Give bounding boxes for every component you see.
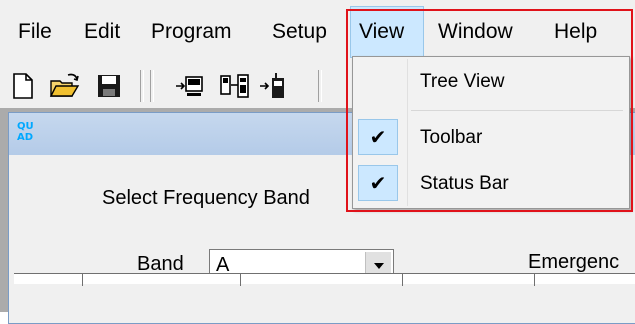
- read-from-radio-icon[interactable]: [174, 71, 204, 101]
- new-document-icon[interactable]: [8, 71, 38, 101]
- toolbar-separator: [318, 70, 322, 102]
- grid-column-divider: [534, 274, 535, 286]
- menu-program[interactable]: Program: [143, 6, 240, 58]
- save-icon[interactable]: [94, 71, 124, 101]
- toolbar-separator: [140, 70, 144, 102]
- menu-window[interactable]: Window: [430, 6, 521, 58]
- write-to-radio-icon[interactable]: [218, 71, 249, 101]
- menu-item-tree-view[interactable]: Tree View: [356, 63, 626, 101]
- checkmark-icon: ✔: [358, 119, 398, 155]
- menu-edit[interactable]: Edit: [76, 6, 128, 58]
- grid-column-divider: [82, 274, 83, 286]
- menu-file[interactable]: File: [10, 6, 60, 58]
- select-frequency-band-label: Select Frequency Band: [102, 187, 310, 209]
- radio-handset-icon[interactable]: [258, 71, 288, 101]
- toolbar-separator: [150, 70, 154, 102]
- menu-item-label: Status Bar: [420, 173, 509, 194]
- menu-bar: File Edit Program Setup View Window Help: [0, 0, 635, 64]
- menu-help[interactable]: Help: [546, 6, 605, 58]
- menu-separator: [411, 110, 623, 111]
- emergency-label: Emergenc: [528, 251, 620, 273]
- open-folder-icon[interactable]: [48, 71, 80, 101]
- menu-setup[interactable]: Setup: [264, 6, 335, 58]
- menu-item-label: Toolbar: [420, 127, 483, 148]
- checkmark-icon: ✔: [358, 165, 398, 201]
- grid-column-divider: [402, 274, 403, 286]
- menu-view[interactable]: View: [350, 6, 424, 58]
- view-menu-dropdown: Tree View ✔ Toolbar ✔ Status Bar: [352, 56, 630, 209]
- menu-item-toolbar[interactable]: ✔ Toolbar: [356, 119, 626, 157]
- menu-item-status-bar[interactable]: ✔ Status Bar: [356, 165, 626, 203]
- menu-item-label: Tree View: [420, 71, 505, 92]
- grid-column-divider: [240, 274, 241, 286]
- app-logo-icon: QU AD: [17, 121, 34, 143]
- channel-grid-header: [14, 273, 635, 286]
